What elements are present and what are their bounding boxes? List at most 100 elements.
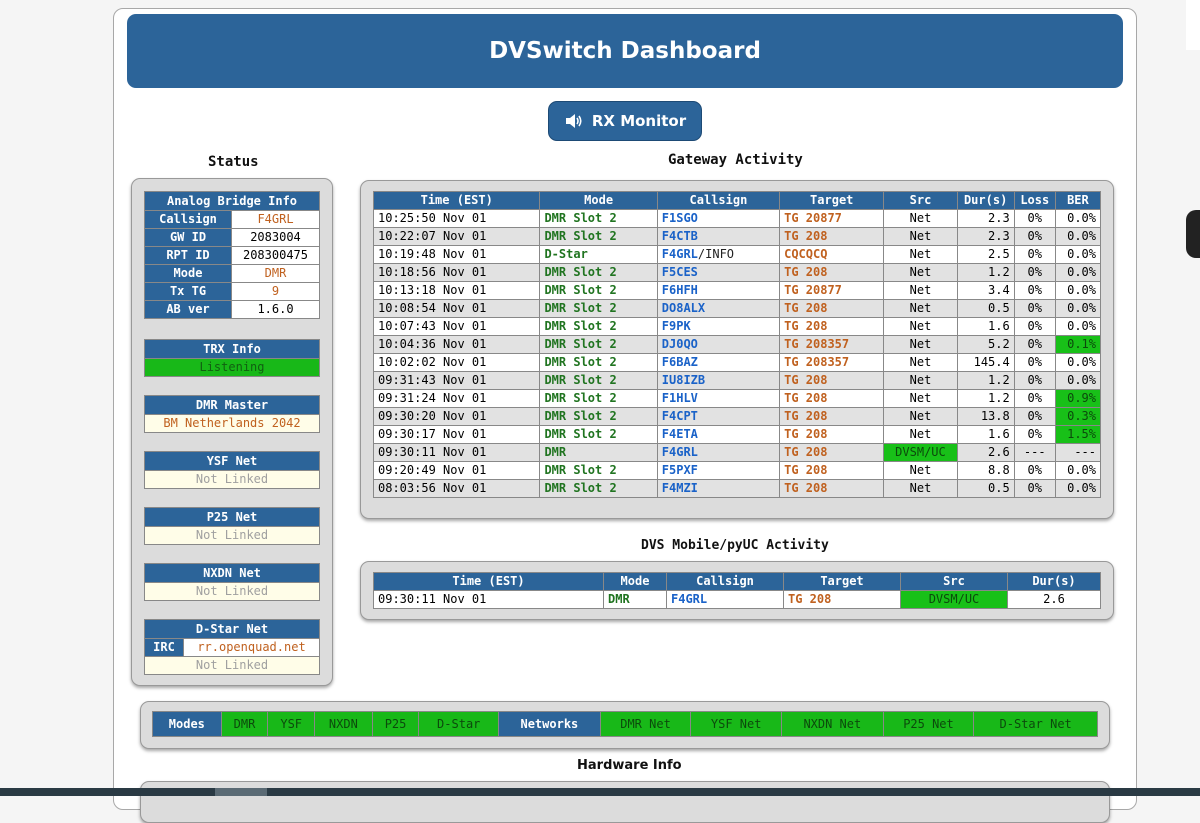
table-row: 10:04:36 Nov 01 DMR Slot 2 DJ0QO TG 208357 N… bbox=[372, 335, 1102, 354]
cell-target: TG 208 bbox=[779, 227, 885, 246]
table-row: 09:20:49 Nov 01 DMR Slot 2 F5PXF TG 208 Net 8… bbox=[372, 461, 1102, 480]
scroll-tab[interactable] bbox=[1186, 210, 1200, 258]
cell-callsign[interactable]: DJ0QO bbox=[656, 335, 781, 354]
cell-duration: 0.5 bbox=[956, 479, 1015, 498]
cell-time: 09:31:24 Nov 01 bbox=[372, 389, 541, 408]
table-row: 10:18:56 Nov 01 DMR Slot 2 F5CES TG 208 Net 1… bbox=[372, 263, 1102, 282]
cell-target: TG 208 bbox=[779, 425, 885, 444]
cell-callsign[interactable]: F9PK bbox=[656, 317, 781, 336]
callsign-text[interactable]: DO8ALX bbox=[662, 301, 705, 315]
cell-target: TG 208357 bbox=[779, 353, 885, 372]
network-p25: P25 Net bbox=[882, 711, 975, 737]
cell-callsign[interactable]: F4MZI bbox=[656, 479, 781, 498]
cell-loss: 0% bbox=[1013, 299, 1056, 318]
cell-time: 10:25:50 Nov 01 bbox=[372, 209, 541, 228]
scrollbar-thumb[interactable] bbox=[215, 788, 267, 796]
network-dmr: DMR Net bbox=[599, 711, 692, 737]
callsign-text[interactable]: F1HLV bbox=[662, 391, 698, 405]
p25-net-value: Not Linked bbox=[144, 526, 320, 545]
callsign-text[interactable]: DJ0QO bbox=[662, 337, 698, 351]
cell-ber: 0.0% bbox=[1054, 479, 1102, 498]
callsign-text[interactable]: F4GRL bbox=[662, 445, 698, 459]
cell-callsign[interactable]: F4GRL bbox=[666, 590, 784, 609]
network-ysf: YSF Net bbox=[690, 711, 783, 737]
cell-callsign[interactable]: F5CES bbox=[656, 263, 781, 282]
cell-src: Net bbox=[883, 425, 958, 444]
cell-callsign[interactable]: F1HLV bbox=[656, 389, 781, 408]
cell-loss: 0% bbox=[1013, 371, 1056, 390]
callsign-text[interactable]: F1SGO bbox=[662, 211, 698, 225]
status-panel: Analog Bridge Info Callsign F4GRL GW ID … bbox=[131, 178, 333, 686]
cell-callsign[interactable]: F6HFH bbox=[656, 281, 781, 300]
cell-duration: 145.4 bbox=[956, 353, 1015, 372]
mode-dmr: DMR bbox=[220, 711, 269, 737]
cell-loss: 0% bbox=[1013, 209, 1056, 228]
hardware-info-title: Hardware Info bbox=[577, 758, 682, 773]
mode-dstar: D-Star bbox=[418, 711, 500, 737]
cell-loss: 0% bbox=[1013, 227, 1056, 246]
callsign-text[interactable]: F6BAZ bbox=[662, 355, 698, 369]
callsign-text[interactable]: F4GRL bbox=[662, 247, 698, 261]
callsign-text[interactable]: F5CES bbox=[662, 265, 698, 279]
cell-src: Net bbox=[883, 281, 958, 300]
cell-callsign[interactable]: F4CPT bbox=[656, 407, 781, 426]
cell-loss: 0% bbox=[1013, 281, 1056, 300]
col-loss: Loss bbox=[1013, 191, 1056, 210]
mode-nxdn: NXDN bbox=[314, 711, 373, 737]
cell-mode: DMR Slot 2 bbox=[539, 209, 658, 228]
cell-loss: 0% bbox=[1013, 317, 1056, 336]
p25-net-title: P25 Net bbox=[144, 507, 320, 527]
col-mode: Mode bbox=[539, 191, 658, 210]
cell-callsign[interactable]: F4GRL bbox=[656, 443, 781, 462]
cell-target: TG 208 bbox=[779, 443, 885, 462]
rx-monitor-button[interactable]: RX Monitor bbox=[548, 101, 702, 141]
cell-callsign[interactable]: F1SGO bbox=[656, 209, 781, 228]
cell-callsign[interactable]: DO8ALX bbox=[656, 299, 781, 318]
col-duration: Dur(s) bbox=[956, 191, 1015, 210]
cell-src: Net bbox=[883, 353, 958, 372]
ab-label: AB ver bbox=[144, 300, 232, 319]
cell-callsign[interactable]: F6BAZ bbox=[656, 353, 781, 372]
network-dstar: D-Star Net bbox=[973, 711, 1098, 737]
callsign-text[interactable]: F4CPT bbox=[662, 409, 698, 423]
cell-src: Net bbox=[883, 227, 958, 246]
dvs-activity-title: DVS Mobile/pyUC Activity bbox=[641, 538, 829, 553]
table-row: 10:08:54 Nov 01 DMR Slot 2 DO8ALX TG 208 Net… bbox=[372, 299, 1102, 318]
cell-target: TG 20877 bbox=[779, 281, 885, 300]
cell-time: 09:30:20 Nov 01 bbox=[372, 407, 541, 426]
cell-duration: 8.8 bbox=[956, 461, 1015, 480]
nxdn-net-value: Not Linked bbox=[144, 582, 320, 601]
cell-callsign[interactable]: IU8IZB bbox=[656, 371, 781, 390]
ab-value: 1.6.0 bbox=[231, 300, 320, 319]
ab-value: DMR bbox=[231, 264, 320, 283]
cell-mode: DMR Slot 2 bbox=[539, 425, 658, 444]
callsign-text[interactable]: F6HFH bbox=[662, 283, 698, 297]
callsign-text[interactable]: IU8IZB bbox=[662, 373, 705, 387]
callsign-text[interactable]: F5PXF bbox=[662, 463, 698, 477]
cell-callsign[interactable]: F5PXF bbox=[656, 461, 781, 480]
col-target: Target bbox=[783, 572, 901, 591]
mode-ysf: YSF bbox=[267, 711, 316, 737]
callsign-text[interactable]: F4MZI bbox=[662, 481, 698, 495]
cell-loss: 0% bbox=[1013, 353, 1056, 372]
cell-time: 09:30:11 Nov 01 bbox=[373, 590, 604, 609]
table-row: 09:31:43 Nov 01 DMR Slot 2 IU8IZB TG 208 Net… bbox=[372, 371, 1102, 390]
ab-value: 2083004 bbox=[231, 228, 320, 247]
cell-loss: 0% bbox=[1013, 407, 1056, 426]
table-row: 10:02:02 Nov 01 DMR Slot 2 F6BAZ TG 208357 N… bbox=[372, 353, 1102, 372]
modes-panel: Modes DMR YSF NXDN P25 D-Star Networks D… bbox=[140, 701, 1110, 749]
cell-time: 09:31:43 Nov 01 bbox=[372, 371, 541, 390]
cell-callsign[interactable]: F4ETA bbox=[656, 425, 781, 444]
table-row: 10:22:07 Nov 01 DMR Slot 2 F4CTB TG 208 Net 2… bbox=[372, 227, 1102, 246]
cell-duration: 2.6 bbox=[956, 443, 1015, 462]
irc-label: IRC bbox=[144, 638, 184, 657]
cell-ber: 0.0% bbox=[1054, 299, 1102, 318]
callsign-text[interactable]: F9PK bbox=[662, 319, 691, 333]
callsign-text[interactable]: F4CTB bbox=[662, 229, 698, 243]
cell-mode: DMR Slot 2 bbox=[539, 299, 658, 318]
table-row: 10:13:18 Nov 01 DMR Slot 2 F6HFH TG 20877 Ne… bbox=[372, 281, 1102, 300]
cell-callsign[interactable]: F4GRL/INFO bbox=[656, 245, 781, 264]
cell-duration: 1.2 bbox=[956, 371, 1015, 390]
callsign-text[interactable]: F4ETA bbox=[662, 427, 698, 441]
cell-callsign[interactable]: F4CTB bbox=[656, 227, 781, 246]
